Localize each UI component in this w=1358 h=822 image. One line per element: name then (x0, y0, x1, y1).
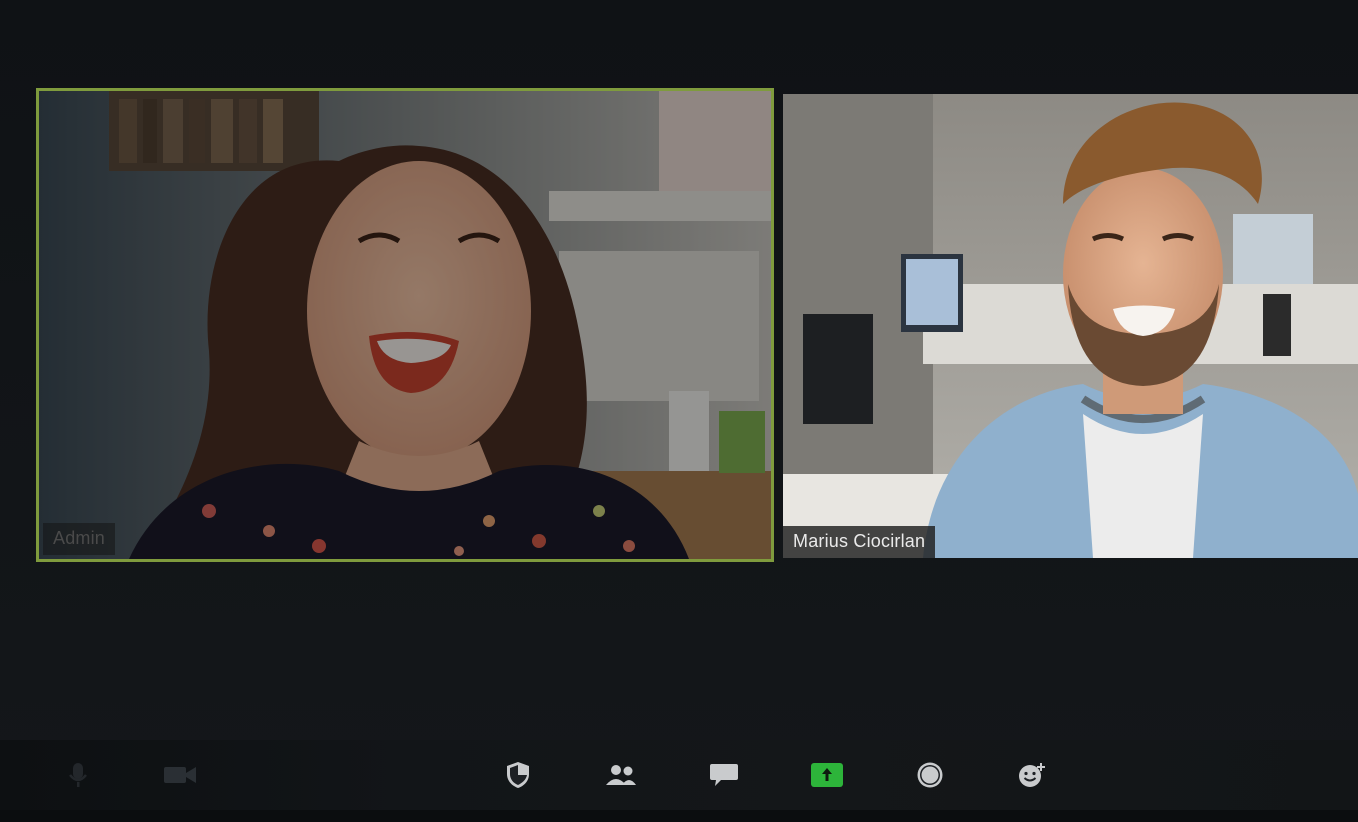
participant-name-label: Admin (43, 523, 116, 555)
video-camera-icon (164, 767, 196, 783)
chat-button[interactable] (704, 757, 744, 793)
meeting-toolbar (0, 740, 1358, 810)
video-dim-overlay (39, 91, 771, 559)
microphone-icon (69, 763, 87, 787)
chat-icon (710, 764, 738, 786)
record-icon (917, 762, 943, 788)
window-bottom-edge (0, 810, 1358, 822)
security-shield-icon (507, 762, 529, 788)
reactions-button[interactable] (1012, 757, 1052, 793)
mute-button[interactable] (58, 757, 98, 793)
security-button[interactable] (498, 757, 538, 793)
participants-button[interactable] (601, 757, 641, 793)
video-tile-marius[interactable]: Marius Ciocirlan (783, 94, 1358, 558)
meeting-window: Admin Marius Ciocirlan (0, 0, 1358, 822)
reactions-icon (1019, 763, 1045, 787)
participant-video-marius (783, 94, 1358, 558)
video-toggle-button[interactable] (160, 757, 200, 793)
video-tile-admin[interactable]: Admin (36, 88, 774, 562)
record-button[interactable] (910, 757, 950, 793)
share-screen-button[interactable] (807, 757, 847, 793)
share-screen-icon (811, 763, 843, 787)
participants-icon (606, 765, 636, 785)
participant-name-label: Marius Ciocirlan (783, 526, 936, 558)
